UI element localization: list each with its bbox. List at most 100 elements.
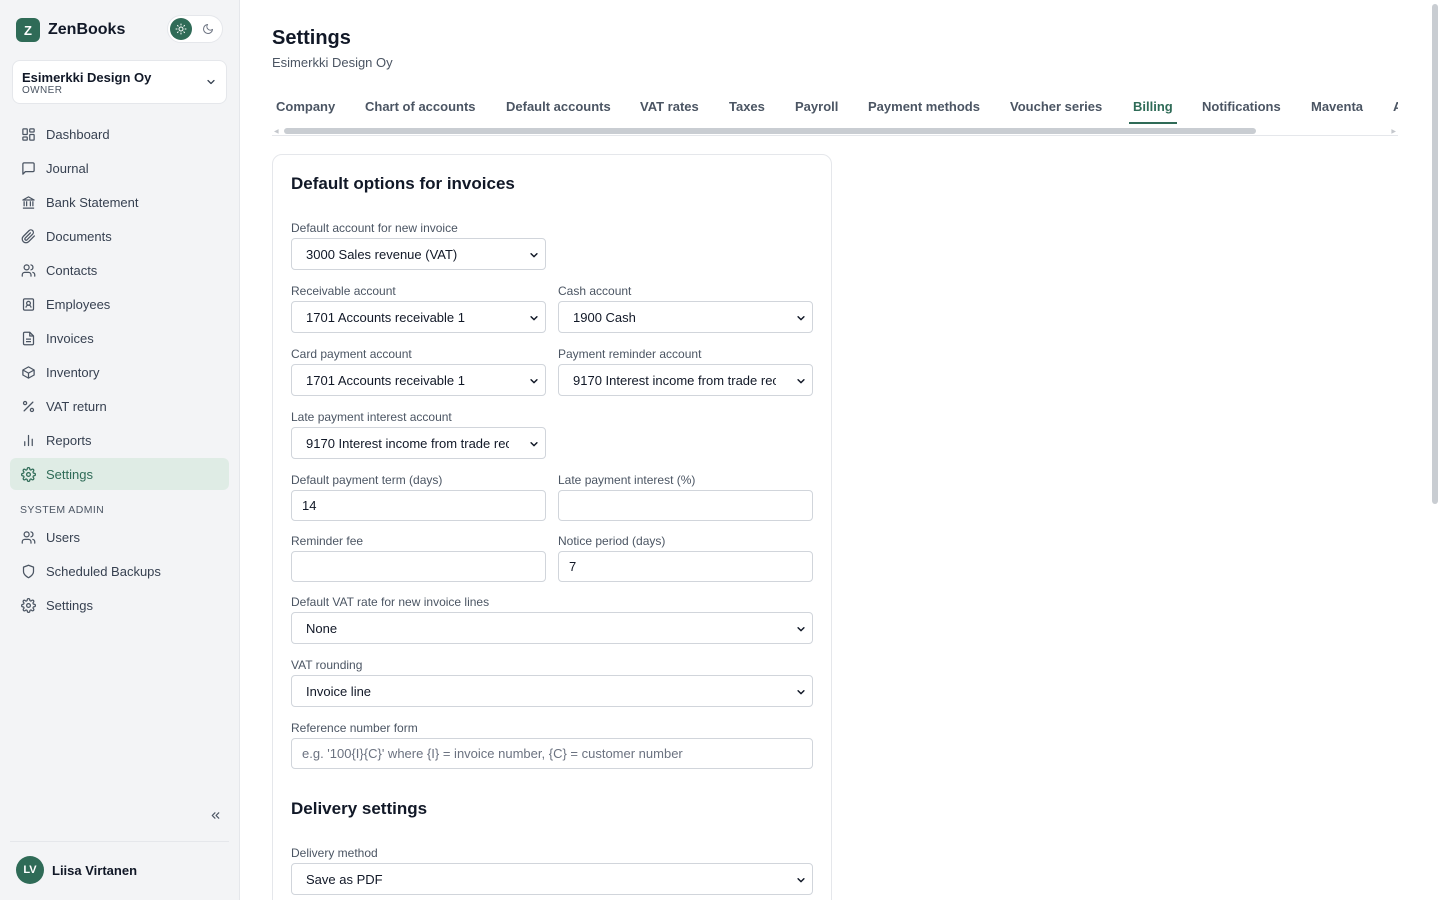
reminder-fee-input[interactable] (291, 551, 546, 582)
chevron-down-icon (530, 442, 538, 447)
nav-inventory[interactable]: Inventory (10, 356, 229, 388)
tab-voucher-series[interactable]: Voucher series (1010, 99, 1102, 114)
nav-settings[interactable]: Settings (10, 458, 229, 490)
nav-label: VAT return (46, 398, 107, 414)
bank-icon (20, 194, 36, 210)
reference-form-label: Reference number form (291, 721, 418, 735)
users-icon (20, 262, 36, 278)
tab-payment-methods[interactable]: Payment methods (868, 99, 980, 114)
paperclip-icon (20, 228, 36, 244)
shield-icon (20, 563, 36, 579)
nav-admin-settings[interactable]: Settings (10, 589, 229, 621)
payment-reminder-account-label: Payment reminder account (558, 347, 702, 361)
receivable-account-label: Receivable account (291, 284, 396, 298)
page-title: Settings (272, 27, 351, 49)
late-interest-account-label: Late payment interest account (291, 410, 452, 424)
tabs-scrollbar-thumb[interactable] (284, 128, 1256, 134)
delivery-method-select[interactable]: Save as PDF (291, 863, 813, 895)
invoice-defaults-heading: Default options for invoices (291, 174, 515, 193)
chevron-down-icon (530, 253, 538, 258)
nav-admin-users[interactable]: Users (10, 521, 229, 553)
notice-period-input[interactable] (558, 551, 813, 582)
tab-taxes[interactable]: Taxes (729, 99, 765, 114)
sidebar: Z ZenBooks Esimerkki Design Oy OWNER Das… (0, 0, 240, 900)
avatar: LV (16, 856, 44, 884)
collapse-sidebar-button[interactable] (207, 807, 223, 823)
reference-form-input[interactable] (291, 738, 813, 769)
scroll-right-icon[interactable]: ▶ (1391, 128, 1396, 135)
organization-switcher[interactable]: Esimerkki Design Oy OWNER (12, 60, 227, 104)
nav-vat-return[interactable]: VAT return (10, 390, 229, 422)
page-scrollbar-thumb[interactable] (1432, 4, 1438, 504)
nav-label: Settings (46, 597, 93, 613)
message-square-icon (20, 160, 36, 176)
settings-tabs: Company Chart of accounts Default accoun… (272, 90, 1398, 136)
late-interest-input[interactable] (558, 490, 813, 521)
billing-settings-card: Default options for invoices Default acc… (272, 154, 832, 900)
payment-reminder-account-select[interactable]: 9170 Interest income from trade receivab… (558, 364, 813, 396)
light-mode-button[interactable] (170, 18, 192, 40)
tab-payroll[interactable]: Payroll (795, 99, 838, 114)
notice-period-label: Notice period (days) (558, 534, 666, 548)
nav-invoices[interactable]: Invoices (10, 322, 229, 354)
card-payment-account-label: Card payment account (291, 347, 412, 361)
tab-company[interactable]: Company (276, 99, 335, 114)
chevron-down-icon (797, 690, 805, 695)
page-scrollbar[interactable] (1430, 0, 1440, 900)
chevron-down-icon (797, 316, 805, 321)
cash-account-select[interactable]: 1900 Cash (558, 301, 813, 333)
scroll-left-icon[interactable]: ◀ (274, 128, 279, 135)
tab-chart-of-accounts[interactable]: Chart of accounts (365, 99, 476, 114)
brand[interactable]: Z ZenBooks (16, 18, 125, 42)
vat-rounding-label: VAT rounding (291, 658, 363, 672)
nav-label: Bank Statement (46, 194, 139, 210)
delivery-settings-heading: Delivery settings (291, 799, 428, 818)
nav-contacts[interactable]: Contacts (10, 254, 229, 286)
vat-rounding-select[interactable]: Invoice line (291, 675, 813, 707)
receivable-account-select[interactable]: 1701 Accounts receivable 1 (291, 301, 546, 333)
tab-maventa[interactable]: Maventa (1311, 99, 1363, 114)
chevron-down-icon (207, 79, 215, 85)
card-payment-account-select[interactable]: 1701 Accounts receivable 1 (291, 364, 546, 396)
chevron-down-icon (797, 379, 805, 384)
nav-reports[interactable]: Reports (10, 424, 229, 456)
tab-default-accounts[interactable]: Default accounts (506, 99, 611, 114)
nav-dashboard[interactable]: Dashboard (10, 118, 229, 150)
select-value: 1701 Accounts receivable 1 (306, 309, 465, 325)
late-interest-account-select[interactable]: 9170 Interest income from trade receivab… (291, 427, 546, 459)
chevron-down-icon (797, 878, 805, 883)
tab-billing[interactable]: Billing (1133, 99, 1173, 114)
nav-bank-statement[interactable]: Bank Statement (10, 186, 229, 218)
select-value: 9170 Interest income from trade receivab… (573, 372, 776, 388)
main-content: Settings Esimerkki Design Oy Company Cha… (240, 0, 1430, 900)
nav-label: Employees (46, 296, 111, 312)
vat-rate-select[interactable]: None (291, 612, 813, 644)
tabs-scrollbar[interactable]: ◀ ▶ (272, 127, 1398, 135)
select-value: 3000 Sales revenue (VAT) (306, 246, 458, 262)
nav-label: Contacts (46, 262, 98, 278)
late-interest-label: Late payment interest (%) (558, 473, 696, 487)
dashboard-icon (20, 126, 36, 142)
select-value: Invoice line (306, 683, 372, 699)
nav-label: Journal (46, 160, 89, 176)
tab-overflow[interactable]: A (1393, 99, 1398, 114)
bar-chart-icon (20, 432, 36, 448)
nav-documents[interactable]: Documents (10, 220, 229, 252)
nav-label: Documents (46, 228, 112, 244)
tab-notifications[interactable]: Notifications (1202, 99, 1281, 114)
active-tab-indicator (1129, 122, 1177, 124)
nav-journal[interactable]: Journal (10, 152, 229, 184)
nav-label: Inventory (46, 364, 100, 380)
chevron-down-icon (797, 627, 805, 632)
reminder-fee-label: Reminder fee (291, 534, 364, 548)
tab-vat-rates[interactable]: VAT rates (640, 99, 699, 114)
percent-icon (20, 398, 36, 414)
user-menu[interactable]: LV Liisa Virtanen (16, 856, 137, 884)
nav-employees[interactable]: Employees (10, 288, 229, 320)
app-name: ZenBooks (48, 21, 126, 38)
theme-toggle (167, 15, 223, 43)
payment-term-input[interactable] (291, 490, 546, 521)
default-account-select[interactable]: 3000 Sales revenue (VAT) (291, 238, 546, 270)
nav-admin-scheduled-backups[interactable]: Scheduled Backups (10, 555, 229, 587)
dark-mode-button[interactable] (197, 18, 219, 40)
